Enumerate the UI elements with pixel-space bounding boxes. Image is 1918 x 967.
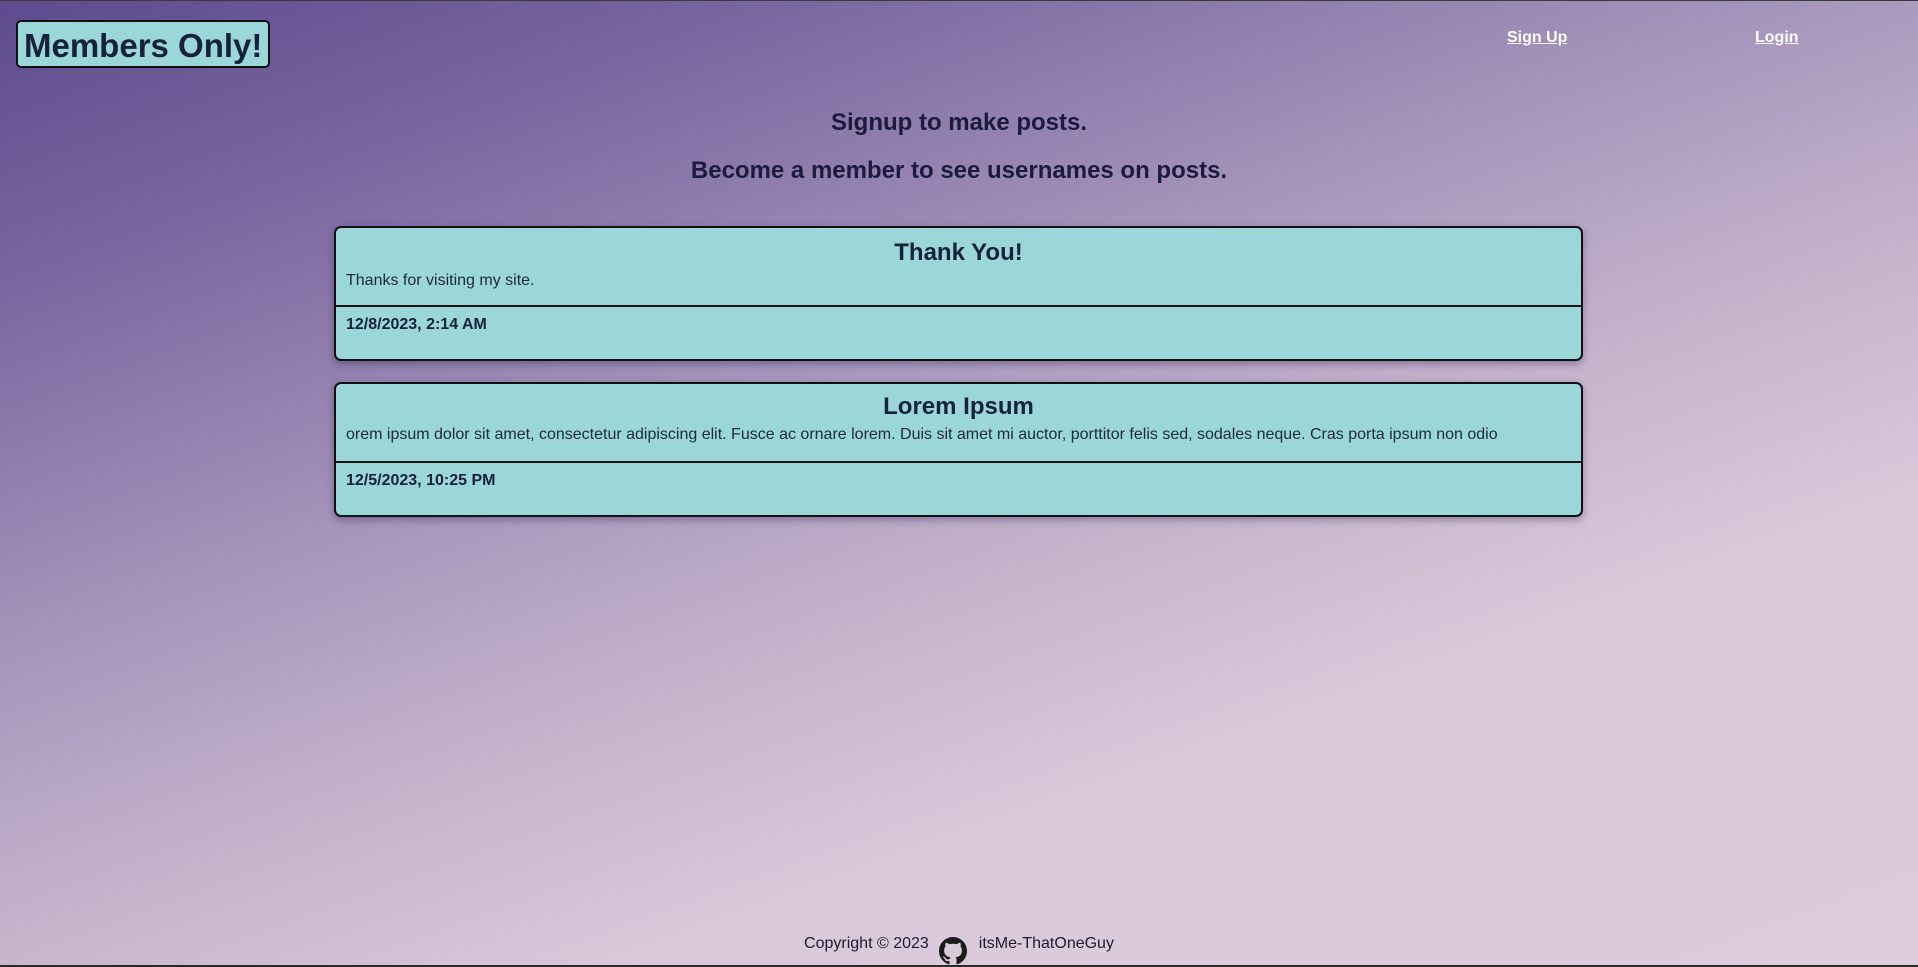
post-title: Thank You!: [894, 239, 1023, 266]
post-card: Lorem Ipsum orem ipsum dolor sit amet, c…: [334, 382, 1583, 517]
post-list: Thank You! Thanks for visiting my site. …: [334, 226, 1583, 538]
post-body: Thanks for visiting my site.: [346, 272, 535, 289]
signup-link[interactable]: Sign Up: [1507, 29, 1567, 47]
site-footer: Copyright © 2023 itsMe-ThatOneGuy: [0, 931, 1918, 965]
post-divider: [336, 305, 1581, 307]
post-body: orem ipsum dolor sit amet, consectetur a…: [346, 426, 1498, 443]
login-link[interactable]: Login: [1755, 29, 1799, 47]
post-date: 12/5/2023, 10:25 PM: [346, 472, 496, 489]
copyright-text: Copyright © 2023: [804, 935, 929, 952]
github-username-link[interactable]: itsMe-ThatOneGuy: [979, 935, 1114, 953]
post-card: Thank You! Thanks for visiting my site. …: [334, 226, 1583, 361]
post-title: Lorem Ipsum: [883, 393, 1034, 420]
post-divider: [336, 461, 1581, 463]
site-logo[interactable]: Members Only!: [16, 20, 271, 68]
github-icon[interactable]: [938, 937, 967, 965]
intro-member-message: Become a member to see usernames on post…: [690, 157, 1228, 184]
post-date: 12/8/2023, 2:14 AM: [346, 316, 487, 333]
intro-signup-message: Signup to make posts.: [830, 109, 1088, 136]
